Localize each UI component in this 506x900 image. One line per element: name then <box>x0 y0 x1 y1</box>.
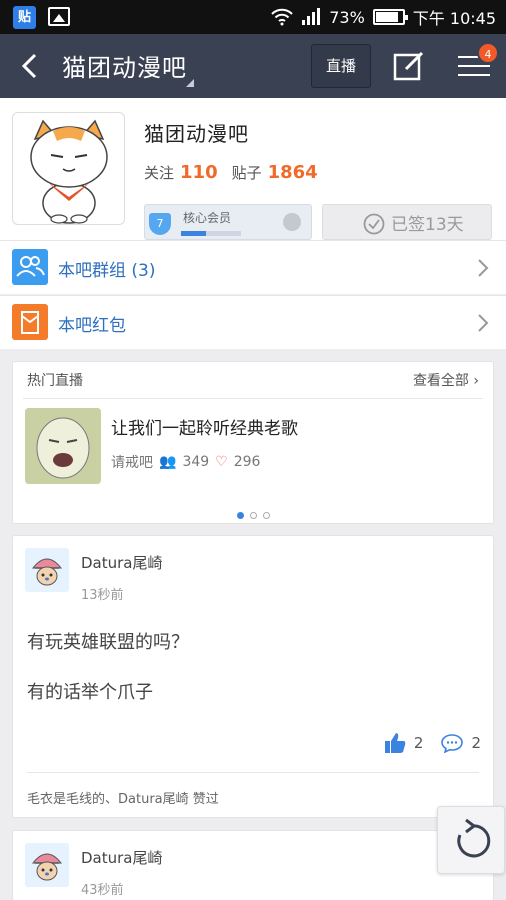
post-username[interactable]: Datura尾崎 <box>81 847 163 868</box>
post-text: 有的话举个爪子 <box>27 682 153 703</box>
forum-stats: 关注 110 贴子 1864 <box>144 162 332 183</box>
post-card[interactable]: Datura尾崎 13秒前 有玩英雄联盟的吗？ 有的话举个爪子 2 2 毛衣是毛… <box>12 535 494 818</box>
member-progress-fill <box>181 231 207 236</box>
compose-icon[interactable] <box>392 50 426 82</box>
forum-header: 猫团动漫吧 关注 110 贴子 1864 7 核心会员 已签13天 <box>0 98 506 240</box>
carousel-dots <box>13 504 493 523</box>
heart-icon: ♡ <box>215 454 228 470</box>
like-button[interactable]: 2 <box>384 732 424 754</box>
row-red-envelope[interactable]: 本吧红包 <box>0 295 506 349</box>
menu-badge: 4 <box>477 42 499 64</box>
comment-count: 2 <box>471 734 481 752</box>
carousel-dot[interactable] <box>262 512 270 519</box>
post-time: 43秒前 <box>81 883 124 898</box>
hot-live-title: 热门直播 <box>27 373 83 389</box>
comment-button[interactable]: 2 <box>441 733 481 753</box>
live-name[interactable]: 让我们一起聆听经典老歌 <box>111 414 298 439</box>
thumbs-up-icon <box>384 733 406 753</box>
divider <box>23 398 483 399</box>
status-right: 73% 下午 10:45 <box>271 0 496 34</box>
signin-label: 已签13天 <box>391 215 464 235</box>
member-label: 核心会员 <box>183 211 232 225</box>
comment-icon <box>441 734 464 753</box>
group-icon <box>12 249 48 285</box>
nav-bar: 猫团动漫吧 直播 4 <box>0 34 506 98</box>
battery-icon <box>372 9 408 25</box>
member-progress-bar <box>181 231 241 236</box>
post-card[interactable]: Datura尾崎 43秒前 <box>12 830 494 900</box>
hot-live-card: 热门直播 查看全部 › 让我们一起聆听经典老歌 请戒吧 👥 349 ♡ 296 <box>12 361 494 524</box>
title-dropdown-caret-icon[interactable] <box>186 79 194 87</box>
image-notification-icon <box>48 7 70 26</box>
carousel-dot[interactable] <box>249 512 257 519</box>
nav-title[interactable]: 猫团动漫吧 <box>62 48 187 83</box>
chopper-avatar-icon <box>25 548 69 592</box>
posts-label: 贴子 <box>231 164 262 182</box>
member-level-badge: 7 <box>149 213 171 235</box>
live-meta: 请戒吧 👥 349 ♡ 296 <box>111 452 260 472</box>
see-all-link[interactable]: 查看全部 › <box>413 370 479 390</box>
viewers-icon: 👥 <box>159 454 177 470</box>
signal-icon <box>302 8 321 25</box>
live-button[interactable]: 直播 <box>311 44 371 88</box>
chevron-right-icon <box>478 259 489 277</box>
follow-label: 关注 <box>144 164 175 182</box>
check-circle-icon <box>363 213 385 235</box>
lock-icon <box>283 213 301 231</box>
member-status[interactable]: 7 核心会员 <box>144 204 312 240</box>
battery-percent: 73% <box>329 7 365 27</box>
forum-name: 猫团动漫吧 <box>144 122 249 146</box>
carousel-dot[interactable] <box>236 512 244 519</box>
live-host: 请戒吧 <box>111 455 153 471</box>
like-count: 2 <box>413 734 424 752</box>
post-time: 13秒前 <box>81 588 124 603</box>
user-avatar[interactable] <box>25 843 69 887</box>
red-envelope-icon <box>12 304 48 340</box>
follow-count: 110 <box>180 162 218 183</box>
live-thumbnail[interactable] <box>25 408 101 484</box>
meme-face-icon <box>25 408 101 484</box>
live-likes: 296 <box>233 454 261 470</box>
status-bar: 贴 73% 下午 10:45 <box>0 0 506 34</box>
signin-button[interactable]: 已签13天 <box>322 204 492 240</box>
post-text: 有玩英雄联盟的吗？ <box>27 632 189 653</box>
post-username[interactable]: Datura尾崎 <box>81 552 163 573</box>
cat-mascot-icon <box>30 119 108 224</box>
divider <box>27 772 479 773</box>
chevron-right-icon <box>478 314 489 332</box>
clock: 下午 10:45 <box>412 9 496 28</box>
app-notification-icon: 贴 <box>13 6 36 29</box>
row-red-envelope-label: 本吧红包 <box>58 316 126 336</box>
refresh-icon <box>457 818 491 858</box>
row-groups[interactable]: 本吧群组 (3) <box>0 240 506 294</box>
back-arrow-icon[interactable] <box>16 51 46 81</box>
posts-count: 1864 <box>267 162 318 183</box>
user-avatar[interactable] <box>25 548 69 592</box>
chopper-avatar-icon <box>25 843 69 887</box>
row-groups-label: 本吧群组 (3) <box>58 261 156 281</box>
liked-by-text: 毛衣是毛线的、Datura尾崎 赞过 <box>27 792 219 807</box>
forum-avatar[interactable] <box>12 112 125 225</box>
refresh-button[interactable] <box>437 806 505 874</box>
post-actions: 2 2 <box>384 732 481 754</box>
live-viewers: 349 <box>182 454 210 470</box>
wifi-icon <box>271 8 293 26</box>
